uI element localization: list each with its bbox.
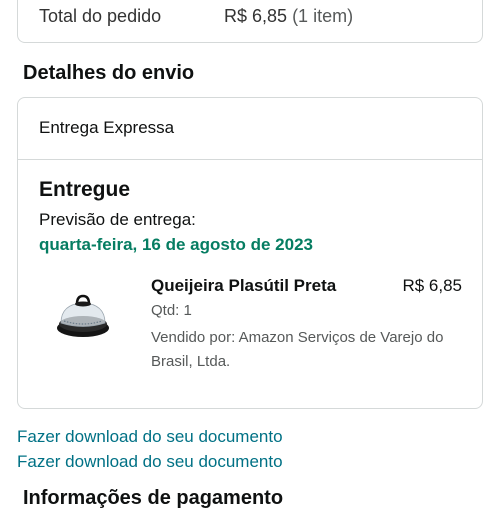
shipping-details-card: Entrega Expressa Entregue Previsão de en… [17, 97, 483, 409]
shipping-section-title: Detalhes do envio [23, 62, 195, 84]
divider [18, 159, 482, 160]
order-total-item-count: (1 item) [292, 6, 354, 26]
delivery-status: Entregue [39, 178, 131, 201]
payment-info-section-title: Informações de pagamento [23, 487, 284, 509]
shipping-method: Entrega Expressa [39, 118, 175, 137]
product-seller: Vendido por: Amazon Serviços de Varejo d… [151, 329, 444, 370]
order-total-label: Total do pedido [39, 6, 162, 26]
product-name[interactable]: Queijeira Plasútil Preta [151, 276, 336, 296]
order-total-amount: R$ 6,85 [224, 6, 288, 26]
download-document-link-2[interactable]: Fazer download do seu documento [17, 452, 283, 472]
order-total-card: Total do pedido R$ 6,85 (1 item) [17, 0, 483, 43]
download-document-link[interactable]: Fazer download do seu documento [17, 427, 283, 447]
cheese-dish-product-image[interactable] [52, 290, 114, 340]
product-quantity: Qtd: 1 [151, 302, 192, 319]
delivery-estimate-date: quarta-feira, 16 de agosto de 2023 [39, 235, 313, 254]
delivery-estimate-label: Previsão de entrega: [39, 210, 196, 229]
product-price: R$ 6,85 [402, 276, 462, 295]
order-total-value: R$ 6,85 (1 item) [224, 6, 353, 27]
